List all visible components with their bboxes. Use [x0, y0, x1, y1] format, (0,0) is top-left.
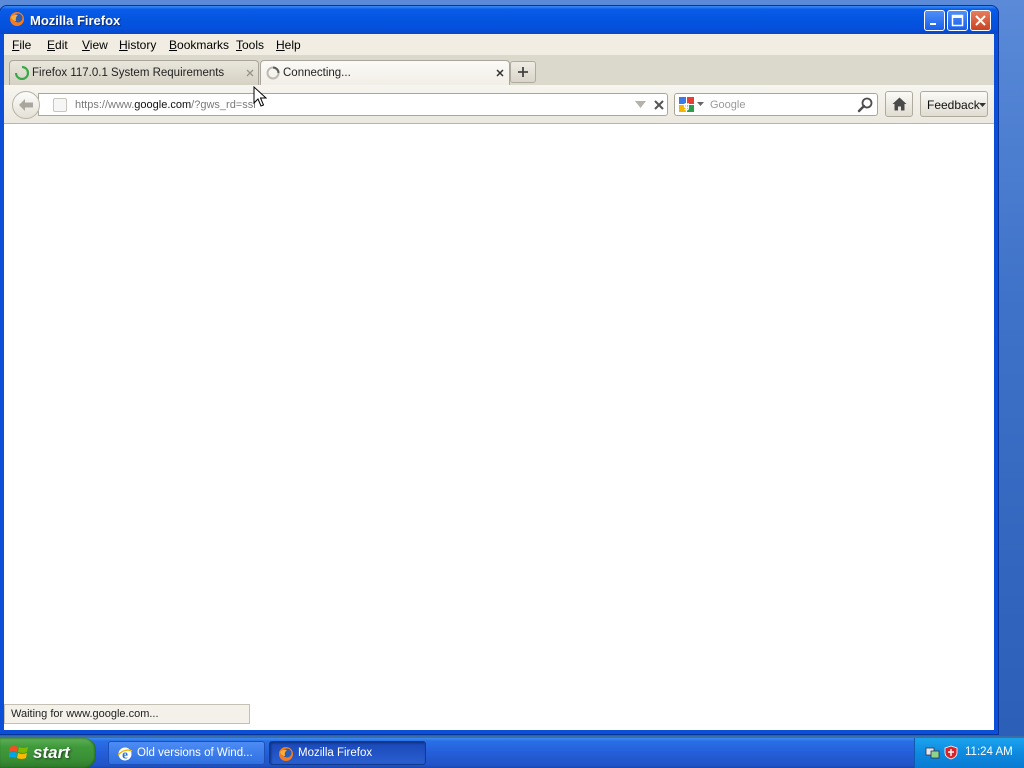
maximize-button[interactable]	[947, 10, 968, 31]
clock: 11:24 AM	[965, 746, 1013, 758]
chevron-down-icon	[979, 103, 986, 107]
tab-label: Firefox 117.0.1 System Requirements	[32, 67, 225, 79]
status-panel: Waiting for www.google.com...	[4, 704, 250, 724]
tab-label: Connecting...	[283, 67, 351, 79]
tab-strip: Firefox 117.0.1 System Requirements Conn…	[4, 55, 994, 86]
menu-help[interactable]: Help	[276, 38, 301, 52]
ie-icon: e	[117, 747, 133, 762]
windows-logo-icon	[9, 746, 28, 759]
loading-spinner-icon	[15, 66, 29, 80]
start-button[interactable]: start	[0, 738, 96, 768]
close-tab-icon[interactable]	[244, 67, 256, 79]
search-bar[interactable]: g Google	[674, 93, 878, 116]
tab-firefox-requirements[interactable]: Firefox 117.0.1 System Requirements	[9, 60, 259, 85]
firefox-window: Mozilla Firefox File Edit View History B…	[0, 6, 998, 734]
mouse-cursor-icon	[253, 86, 267, 107]
taskbar-button-firefox[interactable]: Mozilla Firefox	[269, 741, 426, 765]
back-button[interactable]	[12, 91, 40, 119]
url-bar[interactable]: https://www.google.com/?gws_rd=ssl	[38, 93, 668, 116]
close-icon	[975, 15, 986, 26]
status-text: Waiting for www.google.com...	[11, 708, 159, 720]
search-placeholder: Google	[710, 99, 746, 111]
tab-connecting[interactable]: Connecting...	[260, 60, 510, 86]
feedback-label: Feedback	[927, 98, 980, 112]
close-window-button[interactable]	[970, 10, 991, 31]
task-label: Mozilla Firefox	[298, 747, 373, 759]
menu-bar: File Edit View History Bookmarks Tools H…	[4, 34, 994, 55]
menu-edit[interactable]: Edit	[47, 38, 68, 52]
chevron-down-icon[interactable]	[697, 102, 704, 107]
url-text[interactable]: https://www.google.com/?gws_rd=ssl	[75, 99, 256, 111]
new-tab-button[interactable]	[510, 61, 536, 83]
menu-bookmarks[interactable]: Bookmarks	[169, 38, 229, 52]
maximize-icon	[951, 14, 964, 27]
svg-text:e: e	[122, 747, 128, 762]
connecting-throbber-icon	[266, 66, 280, 80]
home-icon	[892, 97, 907, 111]
window-title: Mozilla Firefox	[30, 13, 121, 28]
menu-view[interactable]: View	[82, 38, 108, 52]
stop-icon[interactable]	[653, 99, 665, 111]
task-label: Old versions of Wind...	[137, 747, 253, 759]
navigation-toolbar: https://www.google.com/?gws_rd=ssl g Goo…	[4, 85, 994, 124]
security-shield-icon[interactable]	[944, 745, 958, 760]
svg-text:g: g	[683, 101, 689, 112]
taskbar: start e Old versions of Wind... Mozilla …	[0, 738, 1024, 768]
page-content[interactable]	[4, 124, 994, 730]
url-history-dropdown-icon[interactable]	[635, 101, 646, 109]
site-identity-icon[interactable]	[53, 98, 67, 112]
menu-file[interactable]: File	[12, 38, 31, 52]
menu-tools[interactable]: Tools	[236, 38, 264, 52]
system-tray: 11:24 AM	[914, 738, 1024, 768]
search-icon[interactable]	[857, 97, 873, 113]
home-button[interactable]	[885, 91, 913, 117]
close-tab-icon[interactable]	[494, 67, 506, 79]
firefox-icon	[10, 12, 24, 26]
plus-icon	[518, 67, 528, 77]
back-arrow-icon	[19, 99, 33, 111]
network-icon[interactable]	[925, 745, 940, 760]
firefox-icon	[279, 747, 293, 761]
menu-history[interactable]: History	[119, 38, 156, 52]
minimize-icon	[930, 23, 936, 25]
window-client: File Edit View History Bookmarks Tools H…	[4, 34, 994, 730]
taskbar-button-ie[interactable]: e Old versions of Wind...	[108, 741, 265, 765]
title-bar[interactable]: Mozilla Firefox	[0, 6, 998, 34]
google-icon[interactable]: g	[679, 97, 694, 112]
start-label: start	[33, 743, 70, 762]
feedback-button[interactable]: Feedback	[920, 91, 988, 117]
minimize-button[interactable]	[924, 10, 945, 31]
